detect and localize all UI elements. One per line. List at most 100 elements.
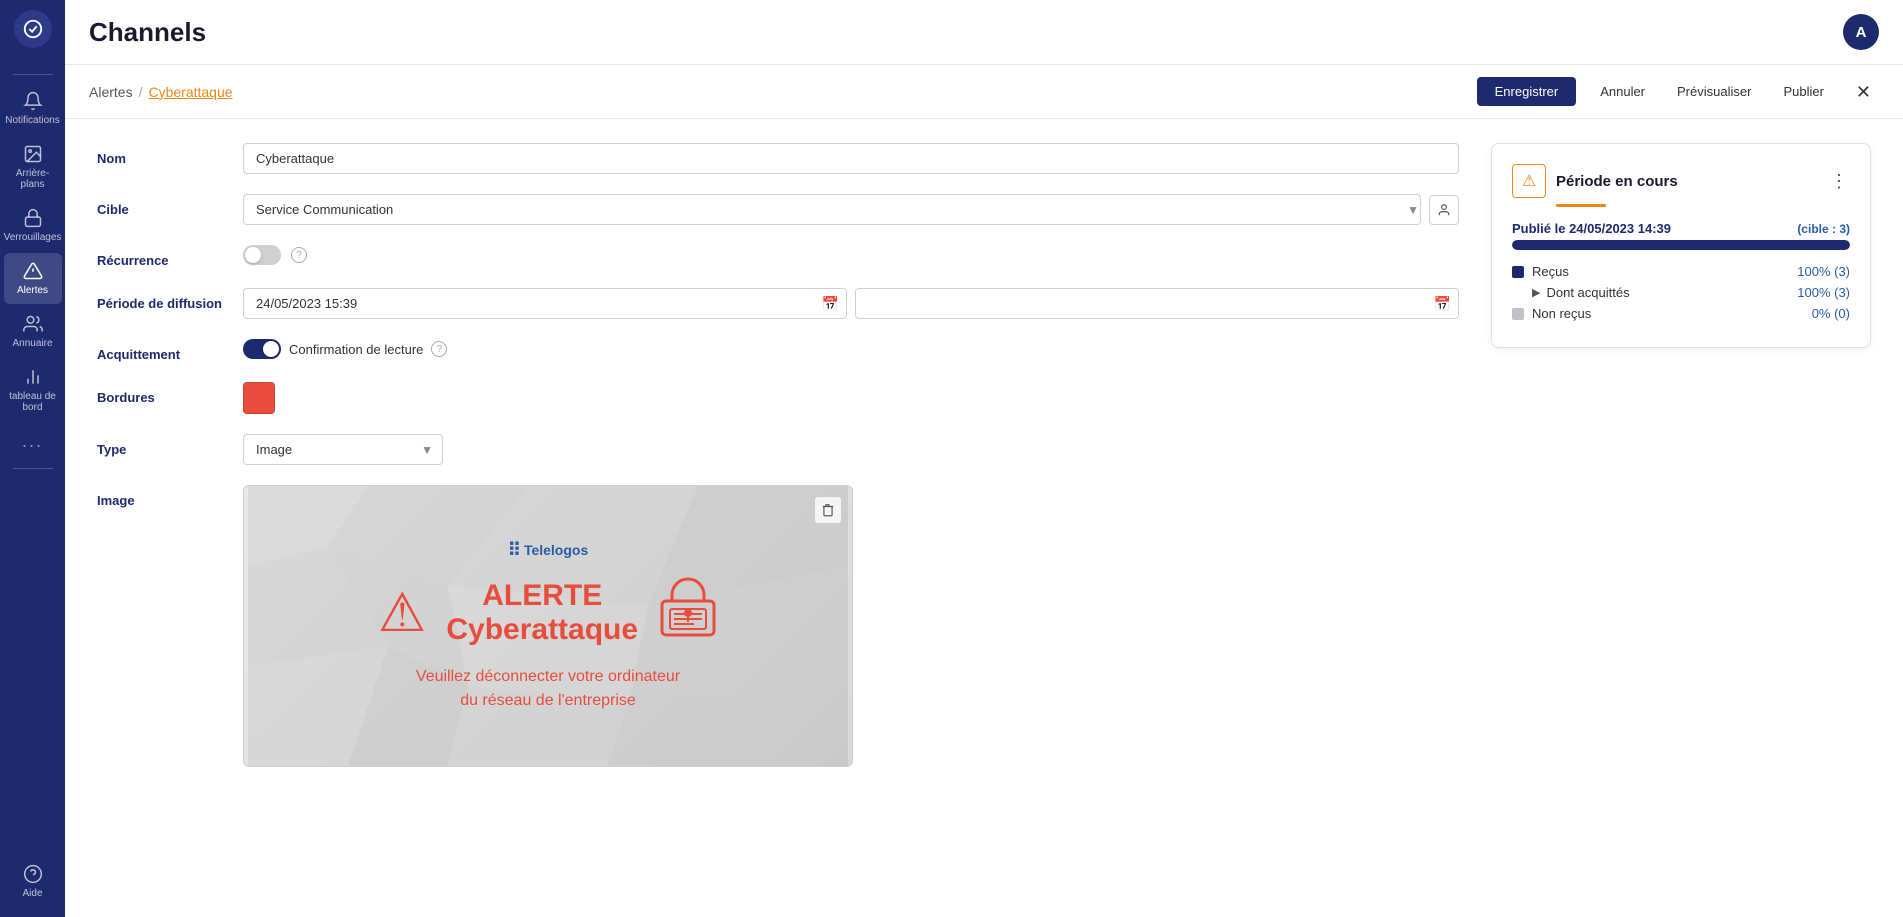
breadcrumb-separator: / [139,84,143,100]
stats-card-title: Période en cours [1556,173,1678,190]
bordures-label: Bordures [97,382,227,405]
stats-target-link[interactable]: (cible : 3) [1797,222,1850,236]
acquittement-row: Confirmation de lecture ? [243,339,1459,359]
stats-acquitte-label: ▶ Dont acquittés [1532,285,1630,300]
recurrence-control: ? [243,245,1459,265]
alert-heading-text: ALERTE [446,579,638,613]
image-control: ⠿ Telelogos ⚠ ALERTE Cyberattaque [243,485,1459,767]
save-button[interactable]: Enregistrer [1477,77,1577,106]
sidebar: Notifications Arrière-plans Verrouillage… [0,0,65,917]
user-avatar[interactable]: A [1843,14,1879,50]
stats-progress-fill [1512,240,1850,250]
stats-published-row: Publié le 24/05/2023 14:39 (cible : 3) [1512,221,1850,236]
form-row-cible: Cible Service Communication ▼ [97,194,1459,225]
sidebar-item-arriere-plans[interactable]: Arrière-plans [4,136,62,198]
nom-label: Nom [97,143,227,166]
periode-label: Période de diffusion [97,288,227,311]
app-header: Channels A [65,0,1903,65]
sidebar-item-alertes[interactable]: Alertes [4,253,62,304]
sidebar-logo[interactable] [14,10,52,48]
sidebar-item-verrouillages[interactable]: Verrouillages [4,200,62,251]
stats-non-recu-value: 0% (0) [1812,306,1850,321]
stats-non-recu-row: Non reçus 0% (0) [1512,306,1850,321]
stats-published-label: Publié le 24/05/2023 14:39 [1512,221,1671,236]
form-row-image: Image [97,485,1459,767]
acquittement-label: Acquittement [97,339,227,362]
nom-input[interactable] [243,143,1459,174]
date-end-wrapper: 📅 [855,288,1459,319]
sidebar-item-notifications[interactable]: Notifications [4,83,62,134]
cible-label: Cible [97,194,227,217]
sidebar-item-tableau-de-bord[interactable]: tableau de bord [4,359,62,421]
periode-date-row: 📅 📅 [243,288,1459,319]
sidebar-top-divider [13,74,53,75]
brand-dots: ⠿ [508,540,520,561]
type-select[interactable]: Image Texte Vidéo [243,434,443,465]
form-row-type: Type Image Texte Vidéo ▼ [97,434,1459,465]
acquittement-help-icon[interactable]: ? [431,341,447,357]
cible-select-wrapper: Service Communication ▼ [243,194,1459,225]
image-content-area: ⠿ Telelogos ⚠ ALERTE Cyberattaque [244,486,852,766]
date-end-input[interactable] [855,288,1459,319]
publish-button[interactable]: Publier [1775,77,1831,106]
stats-more-button[interactable]: ⋮ [1830,171,1850,192]
type-control: Image Texte Vidéo ▼ [243,434,1459,465]
stats-non-recu-label: Non reçus [1512,306,1591,321]
breadcrumb: Alertes / Cyberattaque [89,84,233,100]
stats-acquitte-row: ▶ Dont acquittés 100% (3) [1512,285,1850,300]
stats-recu-row: Reçus 100% (3) [1512,264,1850,279]
sidebar-item-aide[interactable]: Aide [4,856,62,907]
form-row-bordures: Bordures [97,382,1459,414]
alert-subheading-text: Cyberattaque [446,613,638,647]
bordures-color-swatch[interactable] [243,382,275,414]
image-preview-card: ⠿ Telelogos ⚠ ALERTE Cyberattaque [243,485,853,767]
bordures-control [243,382,1459,414]
breadcrumb-current[interactable]: Cyberattaque [148,84,232,100]
dot-non-recu-icon [1512,308,1524,320]
recurrence-toggle[interactable] [243,245,281,265]
cible-select[interactable]: Service Communication [243,194,1421,225]
preview-button[interactable]: Prévisualiser [1669,77,1759,106]
form-row-nom: Nom [97,143,1459,174]
acquittement-control: Confirmation de lecture ? [243,339,1459,359]
alert-title-block: ALERTE Cyberattaque [446,579,638,647]
close-button[interactable]: ✕ [1848,79,1879,105]
stats-acquitte-value: 100% (3) [1797,285,1850,300]
image-delete-button[interactable] [814,496,842,524]
recurrence-toggle-row: ? [243,245,1459,265]
acquittement-toggle-thumb [263,341,279,357]
stats-title-row: ⚠ Période en cours [1512,164,1678,198]
chevron-right-icon: ▶ [1532,286,1540,299]
recurrence-help-icon[interactable]: ? [291,247,307,263]
sidebar-more-dots[interactable]: ... [22,431,43,452]
alert-heading: ⚠ ALERTE Cyberattaque [378,577,718,649]
stats-underline [1556,204,1606,207]
type-label: Type [97,434,227,457]
stats-recu-label: Reçus [1512,264,1569,279]
recurrence-toggle-thumb [245,247,261,263]
cyber-lock-icon [658,577,718,649]
periode-control: 📅 📅 [243,288,1459,319]
alert-body-text: Veuillez déconnecter votre ordinateurdu … [416,665,680,713]
brand-name: Telelogos [524,542,588,558]
cancel-button[interactable]: Annuler [1592,77,1653,106]
date-start-input[interactable] [243,288,847,319]
stats-card-header: ⚠ Période en cours ⋮ [1512,164,1850,198]
recurrence-label: Récurrence [97,245,227,268]
sidebar-item-annuaire[interactable]: Annuaire [4,306,62,357]
sidebar-bottom-divider [13,468,53,469]
main-panel: Channels A Alertes / Cyberattaque Enregi… [65,0,1903,917]
form-row-acquittement: Acquittement Confirmation de lecture ? [97,339,1459,362]
form-section: Nom Cible Service Communication ▼ [97,143,1459,893]
header-actions: Enregistrer Annuler Prévisualiser Publie… [1477,77,1879,106]
form-row-periode: Période de diffusion 📅 📅 [97,288,1459,319]
cible-person-icon[interactable] [1429,195,1459,225]
stats-card: ⚠ Période en cours ⋮ Publié le 24/05/202… [1491,143,1871,348]
date-start-wrapper: 📅 [243,288,847,319]
breadcrumb-parent[interactable]: Alertes [89,84,133,100]
stats-progress-track [1512,240,1850,250]
brand-logo: ⠿ Telelogos [508,540,589,561]
stats-warning-icon: ⚠ [1512,164,1546,198]
alert-triangle-icon: ⚠ [378,586,426,640]
acquittement-toggle[interactable] [243,339,281,359]
